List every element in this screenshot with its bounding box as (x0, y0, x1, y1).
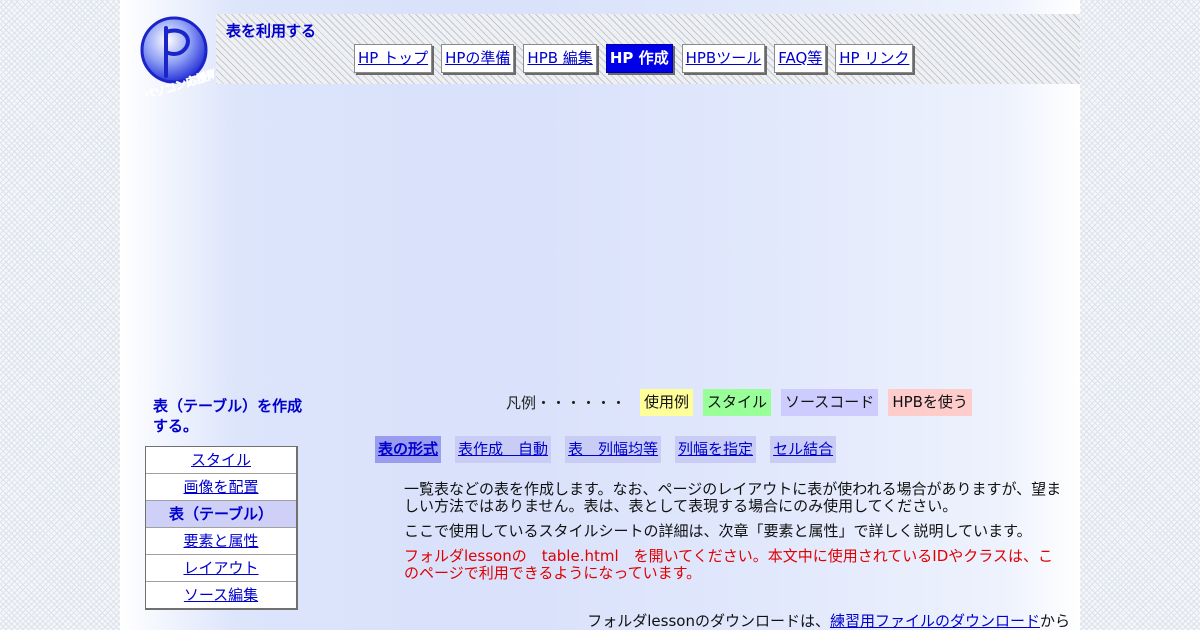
legend-chip-hpb: HPBを使う (888, 389, 972, 416)
tab-column-width[interactable]: 列幅を指定 (675, 436, 757, 463)
main-content: 一覧表などの表を作成します。なお、ページのレイアウトに表が使われる場合があります… (404, 481, 1064, 590)
tab-table-format[interactable]: 表の形式 (375, 436, 442, 463)
side-menu: スタイル 画像を配置 表（テーブル） 要素と属性 レイアウト ソース編集 (145, 446, 298, 610)
legend-chip-source: ソースコード (781, 389, 879, 416)
main-nav: HP トップ HPの準備 HPB 編集 HP 作成 HPBツール FAQ等 HP… (354, 44, 914, 73)
nav-hp-top[interactable]: HP トップ (354, 44, 433, 73)
nav-faq[interactable]: FAQ等 (774, 44, 827, 73)
sub-tabs: 表の形式 表作成 自動 表 列幅均等 列幅を指定 セル結合 (375, 436, 837, 463)
page-title: 表を利用する (226, 22, 317, 40)
sidebar-item-layout[interactable]: レイアウト (146, 555, 296, 582)
sidebar-item-source[interactable]: ソース編集 (146, 582, 296, 608)
tab-cell-merge[interactable]: セル結合 (770, 436, 837, 463)
lesson-file-notice: フォルダlessonの table.html を開いてください。本文中に使用され… (404, 547, 1053, 582)
site-logo[interactable]: パソコン応援隊 (136, 14, 214, 96)
download-prefix: フォルダlessonのダウンロードは、 (587, 612, 830, 630)
sidebar-item-elements[interactable]: 要素と属性 (146, 528, 296, 555)
sidebar-item-image[interactable]: 画像を配置 (146, 474, 296, 501)
nav-hp-create[interactable]: HP 作成 (605, 44, 673, 73)
sidebar-item-table[interactable]: 表（テーブル） (146, 501, 296, 528)
sidebar-title: 表（テーブル）を作成する。 (153, 397, 303, 435)
legend: 凡例・・・・・・ 使用例 スタイル ソースコード HPBを使う (506, 389, 982, 416)
legend-chip-style: スタイル (703, 389, 772, 416)
download-line: フォルダlessonのダウンロードは、練習用ファイルのダウンロードから (587, 610, 1070, 630)
download-suffix: から (1039, 612, 1070, 630)
intro-paragraph: 一覧表などの表を作成します。なお、ページのレイアウトに表が使われる場合があります… (404, 480, 1062, 515)
page-container: パソコン応援隊 表を利用する HP トップ HPの準備 HPB 編集 HP 作成… (120, 0, 1080, 630)
legend-chip-example: 使用例 (640, 389, 694, 416)
nav-hp-links[interactable]: HP リンク (835, 44, 914, 73)
tab-table-auto[interactable]: 表作成 自動 (455, 436, 552, 463)
nav-hpb-edit[interactable]: HPB 編集 (523, 44, 597, 73)
download-link[interactable]: 練習用ファイルのダウンロード (830, 612, 1040, 630)
stylesheet-note: ここで使用しているスタイルシートの詳細は、次章「要素と属性」で詳しく説明していま… (404, 522, 1032, 540)
legend-label: 凡例・・・・・・ (506, 394, 627, 412)
sidebar-item-style[interactable]: スタイル (146, 447, 296, 474)
nav-hp-prep[interactable]: HPの準備 (441, 44, 515, 73)
tab-equal-width[interactable]: 表 列幅均等 (565, 436, 662, 463)
nav-hpb-tools[interactable]: HPBツール (681, 44, 766, 73)
